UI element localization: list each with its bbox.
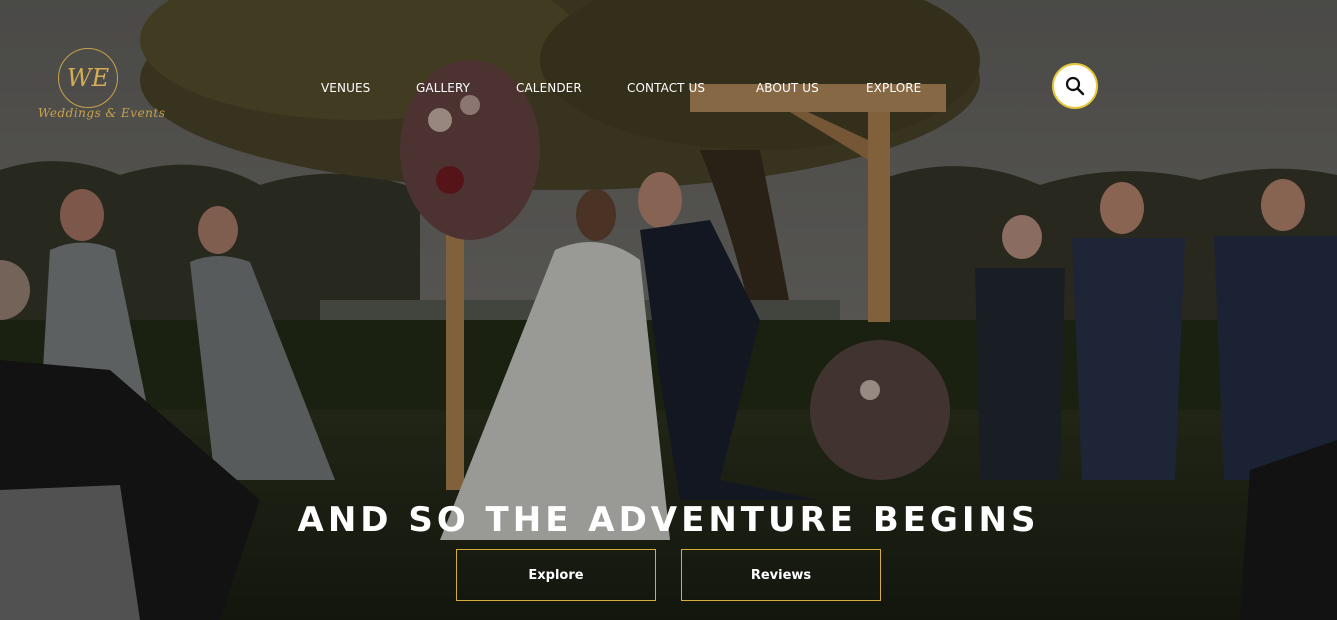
hero-headline: AND SO THE ADVENTURE BEGINS — [297, 500, 1040, 540]
nav-item-venues[interactable]: VENUES — [321, 81, 370, 95]
nav-item-calender[interactable]: CALENDER — [516, 81, 582, 95]
nav-item-explore[interactable]: EXPLORE — [866, 81, 921, 95]
main-navigation: VENUES GALLERY CALENDER CONTACT US ABOUT… — [0, 81, 1337, 97]
reviews-button[interactable]: Reviews — [681, 549, 881, 601]
explore-button[interactable]: Explore — [456, 549, 656, 601]
search-icon — [1065, 76, 1085, 96]
nav-item-about-us[interactable]: ABOUT US — [756, 81, 819, 95]
search-button[interactable] — [1052, 63, 1098, 109]
nav-item-gallery[interactable]: GALLERY — [416, 81, 470, 95]
nav-item-contact-us[interactable]: CONTACT US — [627, 81, 705, 95]
logo-script-text: Weddings & Events — [38, 106, 166, 120]
logo-monogram: WE — [58, 48, 118, 108]
